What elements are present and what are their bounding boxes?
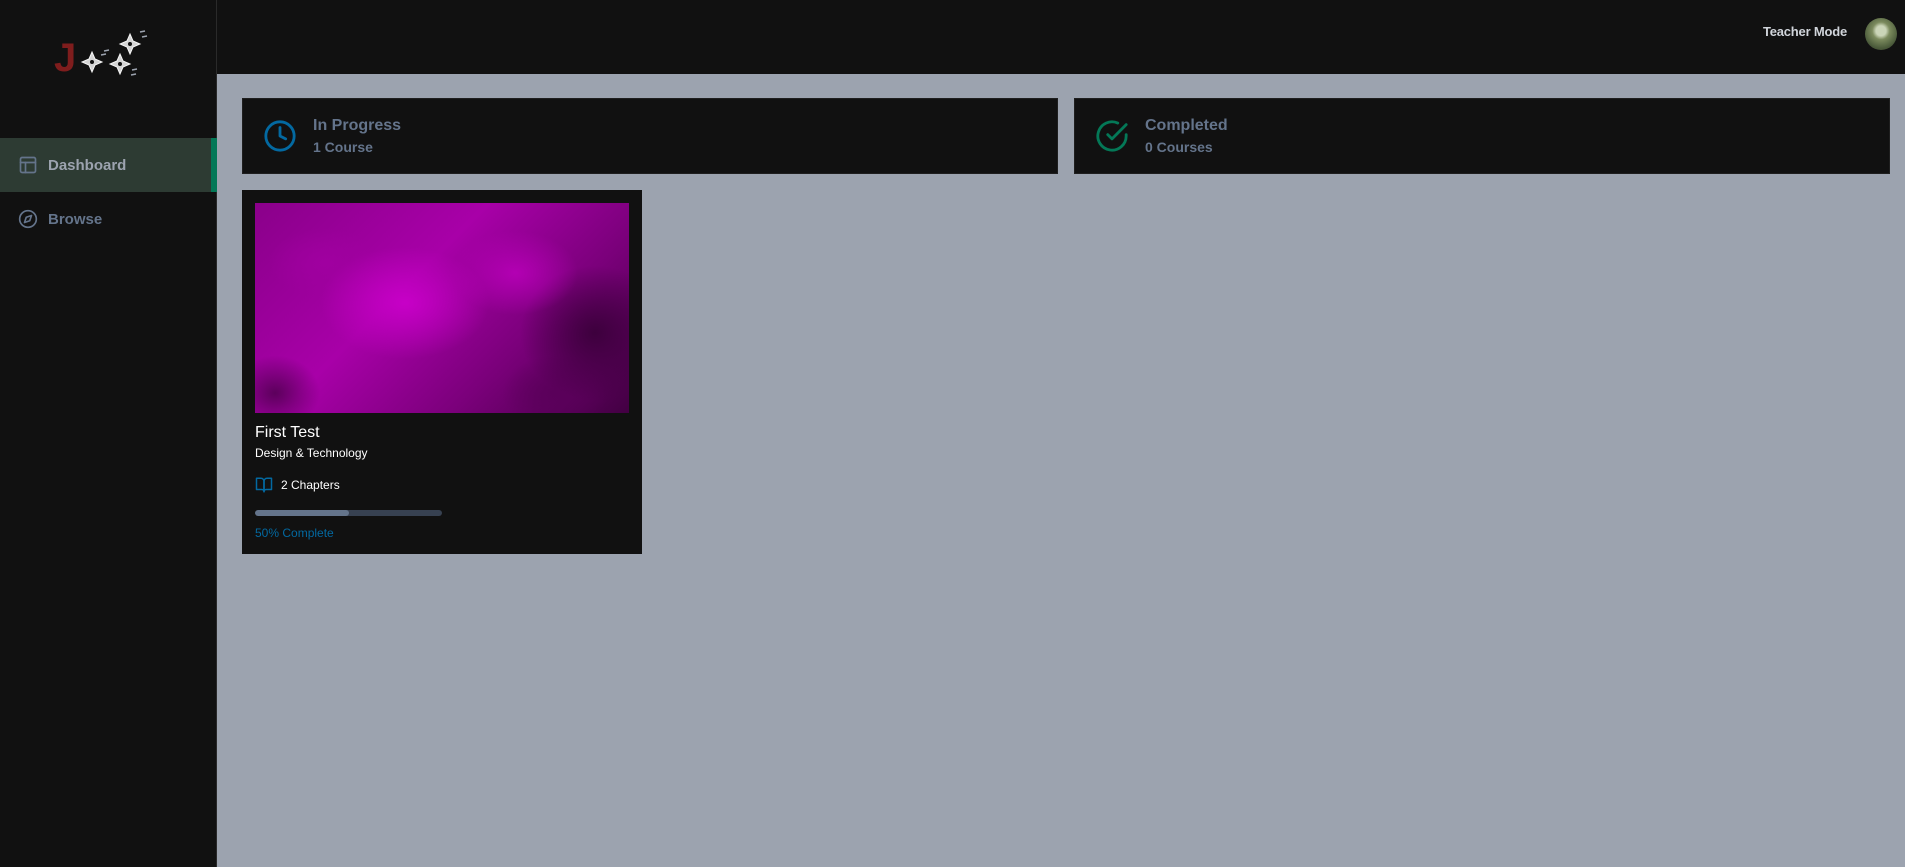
in-progress-card: In Progress 1 Course — [242, 98, 1058, 174]
layout-icon — [18, 155, 38, 175]
book-open-icon — [255, 476, 273, 494]
completed-count: 0 Courses — [1145, 139, 1213, 155]
compass-icon — [18, 209, 38, 229]
chapters-label: 2 Chapters — [281, 478, 340, 492]
course-card[interactable]: First Test Design & Technology 2 Chapter… — [242, 190, 642, 554]
check-circle-icon — [1095, 119, 1129, 153]
progress-label: 50% Complete — [255, 526, 334, 540]
completed-title: Completed — [1145, 117, 1228, 134]
sidebar-item-browse[interactable]: Browse — [0, 192, 217, 246]
course-thumbnail — [255, 203, 629, 413]
avatar[interactable] — [1865, 18, 1897, 50]
in-progress-title: In Progress — [313, 117, 402, 134]
sidebar-item-dashboard[interactable]: Dashboard — [0, 138, 217, 192]
course-title: First Test — [255, 424, 320, 441]
progress-fill — [255, 510, 349, 516]
progress-bar — [255, 510, 442, 516]
shuriken-icon — [80, 30, 148, 76]
course-chapters: 2 Chapters — [255, 476, 340, 494]
clock-icon — [263, 119, 297, 153]
in-progress-count: 1 Course — [313, 139, 373, 155]
teacher-mode-button[interactable]: Teacher Mode — [1763, 24, 1847, 39]
logo[interactable]: J — [48, 24, 158, 94]
sidebar-item-label: Browse — [48, 210, 103, 228]
completed-card: Completed 0 Courses — [1074, 98, 1890, 174]
sidebar: J Dashboard Browse — [0, 0, 217, 867]
sidebar-item-label: Dashboard — [48, 156, 127, 174]
top-bar: Teacher Mode — [217, 0, 1905, 74]
course-category: Design & Technology — [255, 446, 368, 460]
